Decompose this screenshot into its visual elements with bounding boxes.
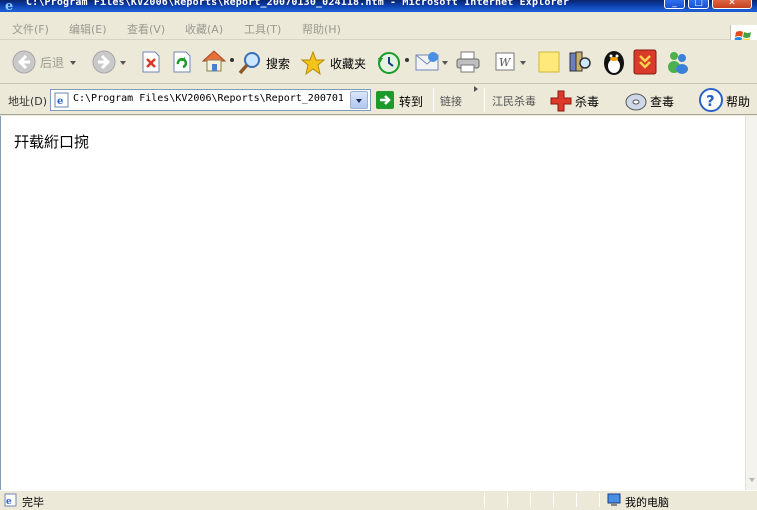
- separator-dot: [405, 58, 409, 62]
- page-content[interactable]: 幵载絎口捥: [0, 116, 745, 490]
- page-text: 幵载絎口捥: [14, 133, 90, 151]
- address-input[interactable]: e C:\Program Files\KV2006\Reports\Report…: [50, 89, 371, 111]
- chevron-down-icon: [356, 99, 362, 103]
- chevron-right-icon: [474, 86, 478, 92]
- scan-virus-button[interactable]: 查毒: [625, 89, 681, 111]
- address-bar: 地址(D) e C:\Program Files\KV2006\Reports\…: [0, 85, 757, 115]
- title-bar[interactable]: e C:\Program Files\KV2006\Reports\Report…: [0, 0, 757, 12]
- search-label: 搜索: [266, 57, 291, 71]
- page-status-icon: e: [4, 493, 17, 507]
- messenger-icon[interactable]: [665, 49, 691, 75]
- home-icon[interactable]: [201, 49, 227, 73]
- back-arrow-icon: [12, 50, 36, 74]
- go-label: 转到: [399, 95, 424, 109]
- scan-disc-icon: [625, 93, 647, 111]
- go-button[interactable]: 转到: [376, 90, 430, 110]
- standard-toolbar: 后退 搜索 收藏夹 W: [0, 40, 757, 84]
- qq-penguin-icon[interactable]: [601, 48, 627, 76]
- scan-virus-label: 查毒: [650, 95, 675, 109]
- status-separator: [553, 493, 554, 507]
- antivirus-shield-icon[interactable]: [633, 49, 657, 75]
- go-arrow-icon: [376, 91, 394, 109]
- mail-icon: [415, 52, 439, 71]
- menu-bar: 文件(F) 编辑(E) 查看(V) 收藏(A) 工具(T) 帮助(H): [0, 12, 757, 52]
- favorites-button[interactable]: 收藏夹: [300, 47, 370, 77]
- forward-button[interactable]: [92, 47, 128, 77]
- search-button[interactable]: 搜索: [237, 47, 295, 77]
- toolbar-separator: [484, 88, 485, 112]
- help-icon: ?: [699, 88, 723, 112]
- svg-text:W: W: [499, 56, 512, 69]
- maximize-button[interactable]: □: [688, 0, 709, 9]
- status-separator: [599, 493, 600, 507]
- word-document-icon: W: [495, 52, 515, 71]
- address-value: C:\Program Files\KV2006\Reports\Report_2…: [73, 93, 343, 104]
- edit-button[interactable]: W: [495, 47, 531, 77]
- minimize-button[interactable]: _: [664, 0, 685, 9]
- history-icon[interactable]: [376, 50, 402, 76]
- scroll-down-arrow-icon[interactable]: [746, 472, 757, 488]
- address-dropdown[interactable]: [350, 91, 368, 109]
- page-icon: e: [54, 92, 69, 108]
- kill-virus-button[interactable]: 杀毒: [550, 89, 606, 112]
- svg-text:e: e: [5, 0, 13, 12]
- menu-favorites[interactable]: 收藏(A): [185, 21, 223, 36]
- window-title: C:\Program Files\KV2006\Reports\Report_2…: [26, 0, 570, 8]
- close-button[interactable]: ✕: [712, 0, 752, 9]
- separator-dot: [230, 58, 234, 62]
- research-icon[interactable]: [567, 49, 593, 75]
- svg-text:?: ?: [706, 92, 715, 110]
- back-button[interactable]: 后退: [10, 47, 80, 77]
- stop-icon[interactable]: [140, 51, 162, 73]
- status-separator: [507, 493, 508, 507]
- kill-virus-label: 杀毒: [575, 95, 600, 109]
- links-button[interactable]: 链接: [440, 93, 462, 109]
- security-zone-label: 我的电脑: [625, 496, 669, 509]
- toolbar-separator: [433, 88, 434, 112]
- red-cross-icon: [550, 90, 572, 112]
- menu-file[interactable]: 文件(F): [12, 21, 49, 36]
- svg-text:e: e: [57, 96, 63, 107]
- status-separator: [484, 493, 485, 507]
- status-separator: [530, 493, 531, 507]
- star-icon: [300, 50, 326, 76]
- svg-text:e: e: [6, 497, 12, 507]
- help-label: 帮助: [726, 95, 751, 109]
- refresh-icon[interactable]: [171, 51, 193, 73]
- status-separator: [576, 493, 577, 507]
- menu-tools[interactable]: 工具(T): [244, 21, 281, 36]
- back-label: 后退: [40, 56, 65, 70]
- search-icon: [238, 52, 260, 75]
- vertical-scrollbar[interactable]: [745, 116, 757, 490]
- chevron-down-icon: [70, 61, 76, 65]
- menu-view[interactable]: 查看(V): [127, 21, 165, 36]
- forward-arrow-icon: [92, 50, 116, 74]
- help-button[interactable]: ? 帮助: [699, 88, 755, 112]
- printer-icon[interactable]: [455, 50, 481, 74]
- computer-zone-icon: [607, 493, 621, 506]
- mail-button[interactable]: [414, 47, 450, 77]
- menu-edit[interactable]: 编辑(E): [69, 21, 107, 36]
- kv-toolbar-label: 江民杀毒: [492, 95, 536, 108]
- chevron-down-icon: [442, 61, 448, 65]
- address-label: 地址(D): [8, 95, 48, 108]
- menu-help[interactable]: 帮助(H): [302, 21, 341, 36]
- chevron-down-icon: [120, 61, 126, 65]
- chevron-down-icon: [520, 61, 526, 65]
- sticky-note-icon[interactable]: [537, 50, 561, 74]
- status-text: 完毕: [22, 496, 44, 509]
- status-bar: e 完毕 我的电脑: [0, 490, 757, 509]
- favorites-label: 收藏夹: [330, 57, 367, 71]
- ie-logo-icon: e: [5, 0, 13, 12]
